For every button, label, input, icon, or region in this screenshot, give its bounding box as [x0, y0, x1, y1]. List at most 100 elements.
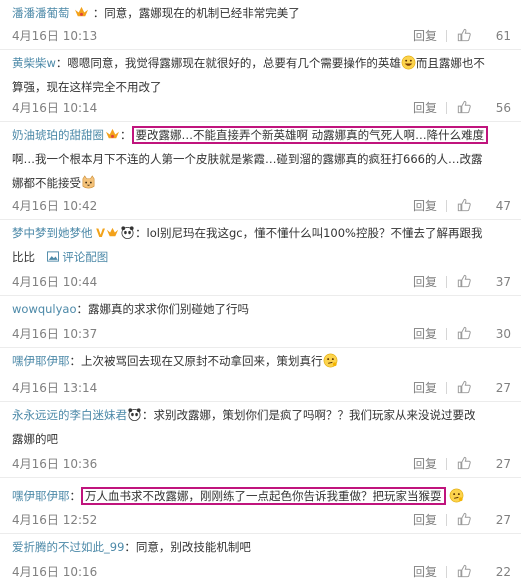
- comment-text: ：同意，别改技能机制吧: [124, 540, 251, 554]
- like-count: 61: [495, 29, 511, 43]
- comment-text: ：求别改露娜，策划你们是疯了吗啊？？我们玩家从来没说过要改: [142, 408, 476, 422]
- comment-meta: 4月16日 10:14 回复 56: [12, 98, 511, 118]
- divider: [446, 30, 447, 42]
- like-button[interactable]: 47: [453, 196, 511, 216]
- comment-date: 4月16日 10:36: [12, 457, 98, 471]
- like-button[interactable]: 37: [453, 272, 511, 292]
- thumbs-up-icon: [457, 274, 471, 288]
- thinking-emoji-icon: [323, 353, 337, 368]
- comment-text: 娜都不能接受: [12, 176, 81, 190]
- divider: [446, 566, 447, 578]
- comment-item: 爱折腾的不过如此_99：同意，别改技能机制吧 4月16日 10:16 回复 22: [0, 534, 521, 586]
- divider: [446, 328, 447, 340]
- like-button[interactable]: 27: [453, 454, 511, 474]
- like-count: 27: [495, 381, 511, 395]
- like-count: 27: [495, 513, 511, 527]
- comment-item: 永永远远的李白迷妹君 ：求别改露娜，策划你们是疯了吗啊？？我们玩家从来没说过要改 …: [0, 402, 521, 478]
- comment-text: ：上次被骂回去现在又原封不动拿回来，策划真行: [69, 354, 323, 368]
- comment-date: 4月16日 10:16: [12, 565, 98, 579]
- highlight-box: 万人血书求不改露娜，刚刚练了一点起色你告诉我重做？把玩家当猴耍: [81, 487, 446, 505]
- comment-date: 4月16日 10:44: [12, 275, 98, 289]
- reply-button[interactable]: 回复: [413, 98, 437, 118]
- v-badge-icon: V: [96, 226, 106, 240]
- highlight-box: 要改露娜…不能直接弄个新英雄啊 动露娜真的气死人啊…降什么难度: [131, 126, 489, 144]
- comment-date: 4月16日 13:14: [12, 381, 98, 395]
- comment-text: ：嗯嗯同意，我觉得露娜现在就很好的，总要有几个需要操作的英雄: [55, 56, 401, 70]
- reply-button[interactable]: 回复: [413, 196, 437, 216]
- like-button[interactable]: 30: [453, 324, 511, 344]
- image-icon: [46, 251, 59, 262]
- comment-username[interactable]: 嘿伊耶伊耶: [12, 489, 70, 503]
- like-button[interactable]: 61: [453, 26, 511, 46]
- comment-item: 嘿伊耶伊耶：上次被骂回去现在又原封不动拿回来，策划真行 4月16日 13:14 …: [0, 348, 521, 402]
- comment-date: 4月16日 10:13: [12, 29, 98, 43]
- comment-username[interactable]: 潘潘潘葡萄: [12, 6, 70, 20]
- panda-icon: [121, 226, 134, 239]
- vip-badge-icon: [106, 128, 119, 139]
- crown-badge-icon: [106, 227, 119, 237]
- comment-username[interactable]: 梦中梦到她梦他: [12, 226, 93, 240]
- comment-date: 4月16日 10:14: [12, 101, 98, 115]
- like-count: 56: [495, 101, 511, 115]
- thumbs-up-icon: [457, 456, 471, 470]
- thumbs-up-icon: [457, 564, 471, 578]
- comment-text: 而且露娜也不: [415, 56, 485, 70]
- reply-button[interactable]: 回复: [413, 454, 437, 474]
- vip-badge-icon: [75, 6, 89, 17]
- comment-text: 算强，现在这样完全不用改了: [12, 80, 162, 94]
- divider: [446, 514, 447, 526]
- reply-button[interactable]: 回复: [413, 324, 437, 344]
- comment-list: 潘潘潘葡萄 ：同意，露娜现在的机制已经非常完美了 4月16日 10:13 回复 …: [0, 0, 521, 586]
- reply-button[interactable]: 回复: [413, 26, 437, 46]
- thumbs-up-icon: [457, 326, 471, 340]
- comment-username[interactable]: 奶油琥珀的甜甜圈: [12, 128, 104, 142]
- like-count: 30: [495, 327, 511, 341]
- comment-item: 黄柴柴w：嗯嗯同意，我觉得露娜现在就很好的，总要有几个需要操作的英雄 而且露娜也不…: [0, 50, 521, 122]
- like-button[interactable]: 22: [453, 562, 511, 582]
- divider: [446, 102, 447, 114]
- like-count: 22: [495, 565, 511, 579]
- comment-item: 梦中梦到她梦他 V ：lol别尼玛在我这gc，懂不懂什么叫100%控股？不懂去了解…: [0, 220, 521, 296]
- like-count: 37: [495, 275, 511, 289]
- divider: [446, 382, 447, 394]
- panda-icon: [128, 408, 141, 421]
- comment-text: ：lol别尼玛在我这gc，懂不懂什么叫100%控股？不懂去了解再跟我: [135, 226, 483, 240]
- reply-button[interactable]: 回复: [413, 378, 437, 398]
- comment-text: ：露娜真的求求你们别碰她了行吗: [76, 302, 250, 316]
- thumbs-up-icon: [457, 100, 471, 114]
- thinking-emoji-icon: [449, 488, 464, 503]
- comment-image-link[interactable]: 评论配图: [62, 250, 108, 264]
- like-button[interactable]: 56: [453, 98, 511, 118]
- grin-emoji-icon: [401, 55, 416, 70]
- comment-meta: 4月16日 13:14 回复 27: [12, 378, 511, 398]
- comment-item: wowqulyao：露娜真的求求你们别碰她了行吗 4月16日 10:37 回复 …: [0, 296, 521, 348]
- comment-meta: 4月16日 10:13 回复 61: [12, 26, 511, 46]
- comment-text: 啊…我一个根本月下不连的人第一个皮肤就是紫霞…碰到溜的露娜真的疯狂打666的人……: [12, 152, 483, 166]
- comment-username[interactable]: wowqulyao: [12, 302, 77, 316]
- comment-date: 4月16日 12:52: [12, 513, 98, 527]
- like-count: 27: [495, 457, 511, 471]
- comment-meta: 4月16日 10:36 回复 27: [12, 454, 511, 474]
- divider: [446, 200, 447, 212]
- comment-date: 4月16日 10:37: [12, 327, 98, 341]
- reply-button[interactable]: 回复: [413, 272, 437, 292]
- comment-username[interactable]: 嘿伊耶伊耶: [12, 354, 70, 368]
- comment-meta: 4月16日 10:42 回复 47: [12, 196, 511, 216]
- comment-item: 潘潘潘葡萄 ：同意，露娜现在的机制已经非常完美了 4月16日 10:13 回复 …: [0, 0, 521, 50]
- comment-text: 比比: [12, 250, 35, 264]
- thumbs-up-icon: [457, 28, 471, 42]
- comment-text: 露娜的吧: [12, 432, 58, 446]
- reply-button[interactable]: 回复: [413, 510, 437, 530]
- comment-date: 4月16日 10:42: [12, 199, 98, 213]
- comment-meta: 4月16日 10:37 回复 30: [12, 324, 511, 344]
- thumbs-up-icon: [457, 512, 471, 526]
- like-button[interactable]: 27: [453, 378, 511, 398]
- like-button[interactable]: 27: [453, 510, 511, 530]
- comment-item: 嘿伊耶伊耶： 万人血书求不改露娜，刚刚练了一点起色你告诉我重做？把玩家当猴耍 4月…: [0, 478, 521, 534]
- reply-button[interactable]: 回复: [413, 562, 437, 582]
- thumbs-up-icon: [457, 380, 471, 394]
- comment-username[interactable]: 黄柴柴w: [12, 56, 56, 70]
- comment-username[interactable]: 爱折腾的不过如此_99: [12, 540, 124, 554]
- comment-username[interactable]: 永永远远的李白迷妹君: [12, 408, 127, 422]
- divider: [446, 276, 447, 288]
